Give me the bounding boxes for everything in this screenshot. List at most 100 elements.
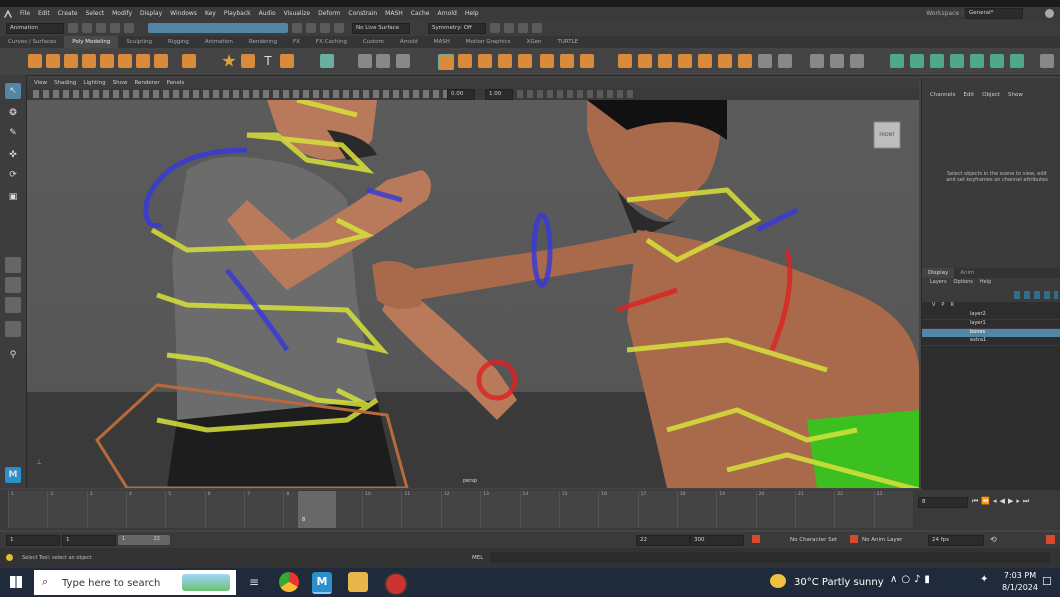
outliner-layout-icon[interactable] <box>5 321 21 337</box>
menuset-select[interactable]: Animation <box>6 22 64 34</box>
snap-point-icon[interactable] <box>320 23 330 33</box>
paint-select-icon[interactable]: ✎ <box>5 125 21 141</box>
four-pane-icon[interactable] <box>5 277 21 293</box>
viewport-menu-renderer[interactable]: Renderer <box>134 80 159 86</box>
viewport-toolbar-icons[interactable] <box>33 90 453 98</box>
new-scene-icon[interactable] <box>68 23 78 33</box>
mirror-icon[interactable] <box>458 54 472 68</box>
time-slider[interactable]: 1234567891011121314151617181920212223 8 <box>8 491 913 528</box>
start-time-field[interactable]: 1 <box>6 535 60 546</box>
viewport-value-b[interactable]: 1.00 <box>485 89 513 100</box>
playback-end-field[interactable]: 22 <box>636 535 690 546</box>
shelf-tab-arnold[interactable]: Arnold <box>392 36 426 48</box>
chrome-icon[interactable] <box>279 572 299 592</box>
shelf-tab-motion-graphics[interactable]: Motion Graphics <box>458 36 519 48</box>
menu-file[interactable]: File <box>20 10 30 17</box>
live-surface-field[interactable]: No Live Surface <box>352 22 410 34</box>
poly-text-icon[interactable]: T <box>261 54 275 68</box>
single-pane-icon[interactable] <box>5 257 21 273</box>
cut-uv-icon[interactable] <box>950 54 964 68</box>
snap-plane-icon[interactable] <box>334 23 344 33</box>
shelf-tab-custom[interactable]: Custom <box>355 36 392 48</box>
play-back-icon[interactable]: ◀ <box>1000 497 1005 506</box>
viewport-menu-panels[interactable]: Panels <box>167 80 185 86</box>
help-menu[interactable]: Help <box>980 279 991 285</box>
pen-icon[interactable] <box>810 54 824 68</box>
layer-buttons[interactable] <box>1014 291 1058 299</box>
shelf-tab-fx[interactable]: FX <box>285 36 308 48</box>
viewcube-label[interactable]: FRONT <box>875 133 899 138</box>
connect-icon[interactable] <box>658 54 672 68</box>
poly-pipe-icon[interactable] <box>154 54 168 68</box>
slide-edge-icon[interactable] <box>758 54 772 68</box>
shelf-tab-animation[interactable]: Animation <box>197 36 241 48</box>
mel-label[interactable]: MEL <box>472 555 483 561</box>
viewport-menu-show[interactable]: Show <box>113 80 128 86</box>
shelf-menu-icon[interactable] <box>1040 54 1054 68</box>
menu-windows[interactable]: Windows <box>170 10 197 17</box>
step-back-icon[interactable]: ◂ <box>993 497 997 506</box>
scale-tool-icon[interactable]: ▣ <box>5 189 21 205</box>
menu-help[interactable]: Help <box>465 10 479 17</box>
shelf-tab-turtle[interactable]: TURTLE <box>549 36 586 48</box>
loop-icon[interactable]: ⟲ <box>990 535 997 544</box>
poly-star-icon[interactable] <box>222 54 236 67</box>
menu-arnold[interactable]: Arnold <box>437 10 456 17</box>
language-icon[interactable]: ✦ <box>980 574 988 585</box>
menu-key[interactable]: Key <box>205 10 216 17</box>
go-to-end-icon[interactable]: ⏭ <box>1023 497 1029 506</box>
poly-disc-icon[interactable] <box>136 54 150 68</box>
shelf-tab-fx-caching[interactable]: FX Caching <box>308 36 355 48</box>
menu-playback[interactable]: Playback <box>224 10 251 17</box>
extrude-icon[interactable] <box>540 54 554 68</box>
object-menu[interactable]: Object <box>982 92 1000 98</box>
anim-layer-select[interactable]: No Anim Layer <box>862 537 902 543</box>
side-by-side-icon[interactable] <box>5 297 21 313</box>
range-slider-handle[interactable]: 1 22 <box>118 535 170 545</box>
edit-menu[interactable]: Edit <box>963 92 974 98</box>
poly-torus-icon[interactable] <box>100 54 114 68</box>
symmetry-select[interactable]: Symmetry: Off <box>428 22 486 34</box>
character-set-select[interactable]: No Character Set <box>790 537 837 543</box>
clock-date[interactable]: 8/1/2024 <box>1002 583 1038 592</box>
separate-icon[interactable] <box>376 54 390 68</box>
smooth-icon[interactable] <box>396 54 410 68</box>
command-line-input[interactable] <box>490 552 1050 563</box>
reduce-icon[interactable] <box>518 54 532 68</box>
menu-modify[interactable]: Modify <box>112 10 132 17</box>
crease-icon[interactable] <box>778 54 792 68</box>
move-tool-icon[interactable]: ✜ <box>5 147 21 163</box>
layout-uv-icon[interactable] <box>320 54 334 68</box>
ipr-render-icon[interactable] <box>504 23 514 33</box>
viewport-menu-lighting[interactable]: Lighting <box>83 80 105 86</box>
file-explorer-icon[interactable] <box>348 572 368 592</box>
select-tool-icon[interactable]: ↖ <box>5 83 21 99</box>
multi-cut-icon[interactable] <box>618 54 632 68</box>
end-time-field[interactable]: 300 <box>690 535 744 546</box>
poly-sphere-icon[interactable] <box>28 54 42 68</box>
shelf-tab-rigging[interactable]: Rigging <box>160 36 197 48</box>
paint-icon[interactable] <box>850 54 864 68</box>
tab-display-layers[interactable]: Display <box>922 268 955 278</box>
redo-icon[interactable] <box>124 23 134 33</box>
boolean-icon[interactable] <box>438 54 454 70</box>
shelf-tab-sculpting[interactable]: Sculpting <box>118 36 160 48</box>
auto-map-icon[interactable] <box>930 54 944 68</box>
poly-gear-icon[interactable] <box>241 54 255 68</box>
open-scene-icon[interactable] <box>82 23 92 33</box>
clock-time[interactable]: 7:03 PM <box>1002 571 1038 580</box>
user-icon[interactable] <box>1045 9 1054 18</box>
show-menu[interactable]: Show <box>1008 92 1023 98</box>
maya-taskbar-icon[interactable]: M <box>312 572 332 594</box>
windows-start-icon[interactable] <box>10 576 22 588</box>
search-icon[interactable]: ⚲ <box>5 347 21 363</box>
bridge-icon[interactable] <box>560 54 574 68</box>
layer-row[interactable]: extra1 <box>922 337 1060 346</box>
taskbar-search-box[interactable]: ⌕ Type here to search <box>34 570 236 595</box>
menu-create[interactable]: Create <box>58 10 78 17</box>
maya-home-icon[interactable]: M <box>5 467 21 483</box>
poly-cube-icon[interactable] <box>46 54 60 68</box>
viewport-toolbar-icons-2[interactable] <box>517 90 637 98</box>
playback-start-field[interactable]: 1 <box>62 535 116 546</box>
menu-deform[interactable]: Deform <box>318 10 340 17</box>
